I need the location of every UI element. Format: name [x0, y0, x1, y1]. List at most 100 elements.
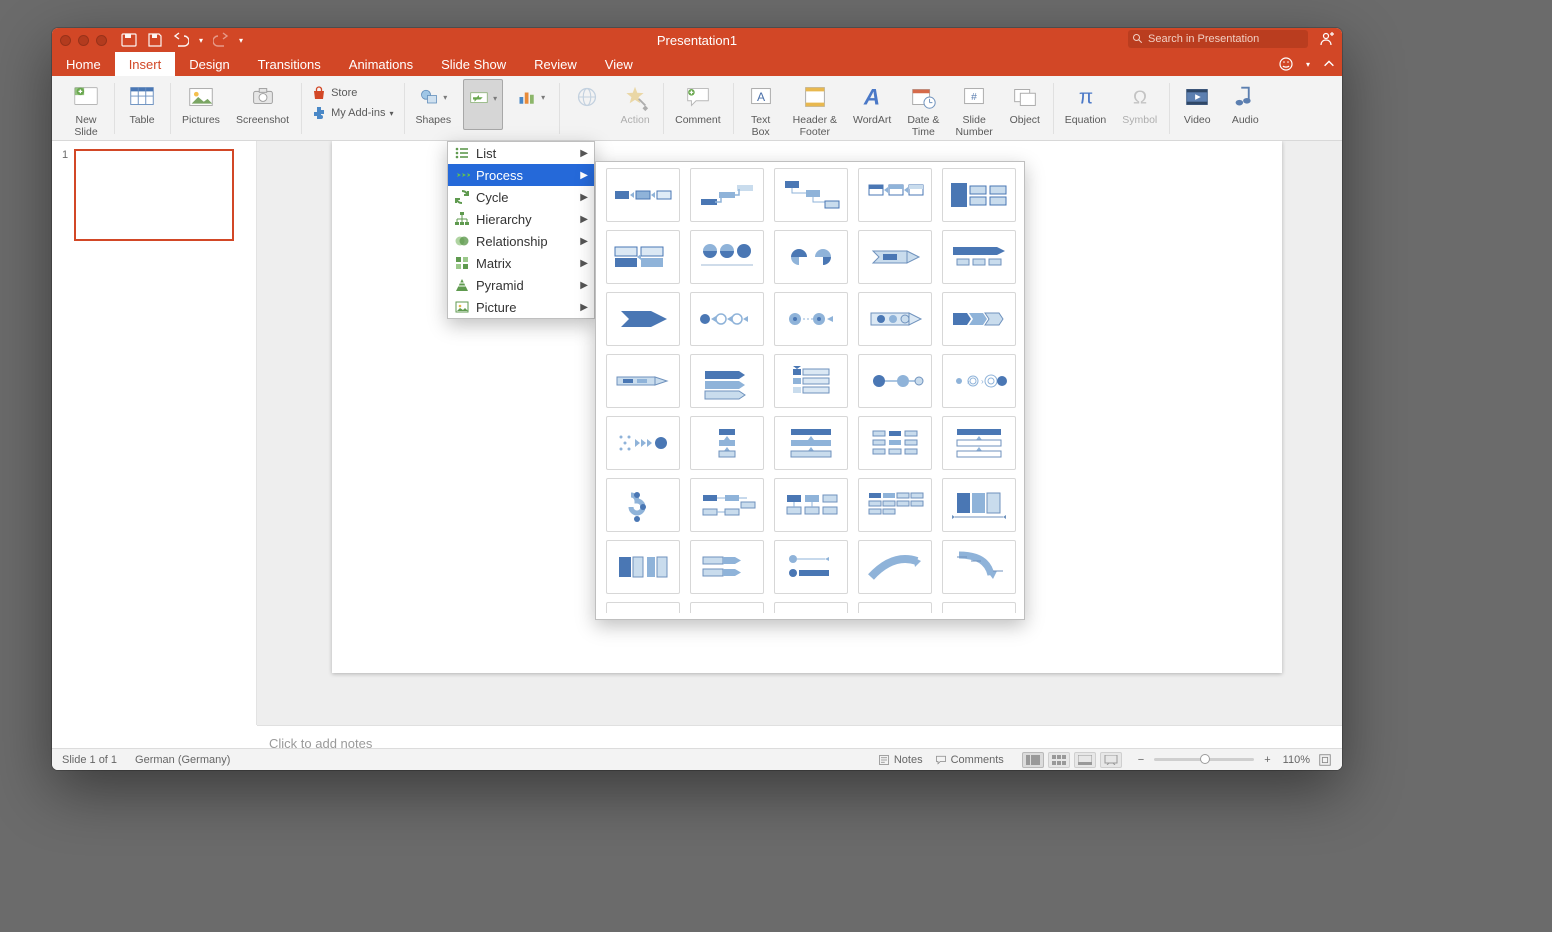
smartart-item[interactable]	[858, 602, 932, 613]
smartart-item[interactable]	[858, 478, 932, 532]
smartart-item[interactable]	[942, 230, 1016, 284]
smartart-item[interactable]	[942, 602, 1016, 613]
smartart-category-process[interactable]: Process▶	[448, 164, 594, 186]
smartart-category-pyramid[interactable]: Pyramid▶	[448, 274, 594, 296]
zoom-out-button[interactable]: −	[1134, 754, 1148, 766]
smartart-item[interactable]	[774, 354, 848, 408]
smartart-item[interactable]	[606, 478, 680, 532]
chart-button[interactable]: ▾ .	[511, 79, 551, 128]
smartart-item[interactable]	[606, 230, 680, 284]
object-button[interactable]: Object	[1005, 79, 1045, 128]
tab-home[interactable]: Home	[52, 52, 115, 76]
smartart-item[interactable]: +	[774, 602, 848, 613]
tab-transitions[interactable]: Transitions	[244, 52, 335, 76]
header-footer-button[interactable]: Header & Footer	[789, 79, 841, 140]
smartart-item[interactable]	[858, 540, 932, 594]
smartart-item[interactable]	[942, 540, 1016, 594]
smartart-category-relationship[interactable]: Relationship▶	[448, 230, 594, 252]
smartart-item[interactable]	[690, 230, 764, 284]
minimize-icon[interactable]	[78, 35, 89, 46]
slide-thumbnail-preview[interactable]	[74, 149, 234, 241]
slide-thumbnails-panel[interactable]: 1	[52, 141, 257, 725]
tab-design[interactable]: Design	[175, 52, 243, 76]
smartart-item[interactable]	[690, 292, 764, 346]
tab-review[interactable]: Review	[520, 52, 591, 76]
slideshow-view-button[interactable]	[1100, 752, 1122, 768]
smartart-item[interactable]	[858, 416, 932, 470]
smartart-item[interactable]	[774, 416, 848, 470]
smartart-item[interactable]	[690, 354, 764, 408]
tab-animations[interactable]: Animations	[335, 52, 427, 76]
slide-number-button[interactable]: # Slide Number	[951, 79, 996, 140]
window-controls[interactable]	[60, 35, 107, 46]
zoom-in-button[interactable]: +	[1260, 754, 1274, 766]
text-box-button[interactable]: A Text Box	[741, 79, 781, 140]
smartart-item[interactable]	[606, 540, 680, 594]
smartart-item[interactable]	[606, 354, 680, 408]
smartart-category-matrix[interactable]: Matrix▶	[448, 252, 594, 274]
smartart-category-picture[interactable]: Picture▶	[448, 296, 594, 318]
wordart-button[interactable]: A WordArt	[849, 79, 895, 128]
smartart-item[interactable]	[606, 292, 680, 346]
tab-view[interactable]: View	[591, 52, 647, 76]
date-time-button[interactable]: Date & Time	[903, 79, 943, 140]
video-button[interactable]: Video	[1177, 79, 1217, 128]
notes-button[interactable]: Notes	[872, 754, 929, 766]
collapse-ribbon-icon[interactable]	[1322, 57, 1336, 71]
smartart-item[interactable]	[690, 168, 764, 222]
smartart-item[interactable]	[858, 168, 932, 222]
smartart-item[interactable]: ››	[942, 354, 1016, 408]
search-input[interactable]: Search in Presentation	[1128, 30, 1308, 48]
smartart-item[interactable]: ++	[690, 602, 764, 613]
audio-button[interactable]: Audio	[1225, 79, 1265, 128]
smartart-item[interactable]	[942, 168, 1016, 222]
my-addins-button[interactable]: My Add-ins ▾	[309, 103, 395, 123]
zoom-icon[interactable]	[96, 35, 107, 46]
comment-button[interactable]: Comment	[671, 79, 725, 128]
smartart-item[interactable]	[690, 540, 764, 594]
smartart-item[interactable]	[858, 230, 932, 284]
smartart-gallery-grid[interactable]: ›› ++ +	[606, 168, 1024, 613]
share-icon[interactable]	[1318, 31, 1334, 47]
pictures-button[interactable]: Pictures	[178, 79, 224, 128]
undo-icon[interactable]	[173, 32, 189, 48]
smartart-item[interactable]	[774, 168, 848, 222]
zoom-level[interactable]: 110%	[1283, 754, 1310, 766]
table-button[interactable]: Table	[122, 79, 162, 128]
smartart-item[interactable]	[690, 416, 764, 470]
fit-to-window-icon[interactable]	[1318, 753, 1332, 767]
normal-view-button[interactable]	[1022, 752, 1044, 768]
smartart-category-list[interactable]: List▶	[448, 142, 594, 164]
smartart-item[interactable]	[690, 478, 764, 532]
sorter-view-button[interactable]	[1048, 752, 1070, 768]
autosave-icon[interactable]	[121, 32, 137, 48]
tab-slideshow[interactable]: Slide Show	[427, 52, 520, 76]
smartart-item[interactable]	[858, 354, 932, 408]
smartart-item[interactable]	[606, 168, 680, 222]
smartart-item[interactable]	[774, 230, 848, 284]
store-button[interactable]: Store	[309, 83, 359, 103]
smartart-item[interactable]	[942, 416, 1016, 470]
zoom-slider-knob[interactable]	[1200, 754, 1210, 764]
smartart-item[interactable]	[606, 416, 680, 470]
smartart-category-cycle[interactable]: Cycle▶	[448, 186, 594, 208]
smartart-category-hierarchy[interactable]: Hierarchy▶	[448, 208, 594, 230]
language-indicator[interactable]: German (Germany)	[135, 754, 230, 766]
save-icon[interactable]	[147, 32, 163, 48]
close-icon[interactable]	[60, 35, 71, 46]
zoom-slider[interactable]	[1154, 758, 1254, 761]
comments-button[interactable]: Comments	[929, 754, 1010, 766]
shapes-button[interactable]: ▾ Shapes	[412, 79, 456, 128]
smartart-item[interactable]	[606, 602, 680, 613]
smartart-item[interactable]	[858, 292, 932, 346]
slide-thumbnail-1[interactable]: 1	[62, 149, 246, 241]
smartart-item[interactable]	[942, 478, 1016, 532]
feedback-icon[interactable]	[1278, 56, 1294, 72]
screenshot-button[interactable]: Screenshot	[232, 79, 293, 128]
smartart-item[interactable]	[774, 478, 848, 532]
new-slide-button[interactable]: New Slide	[66, 79, 106, 140]
tab-insert[interactable]: Insert	[115, 52, 176, 76]
reading-view-button[interactable]	[1074, 752, 1096, 768]
smartart-item[interactable]	[774, 540, 848, 594]
smartart-item[interactable]	[774, 292, 848, 346]
